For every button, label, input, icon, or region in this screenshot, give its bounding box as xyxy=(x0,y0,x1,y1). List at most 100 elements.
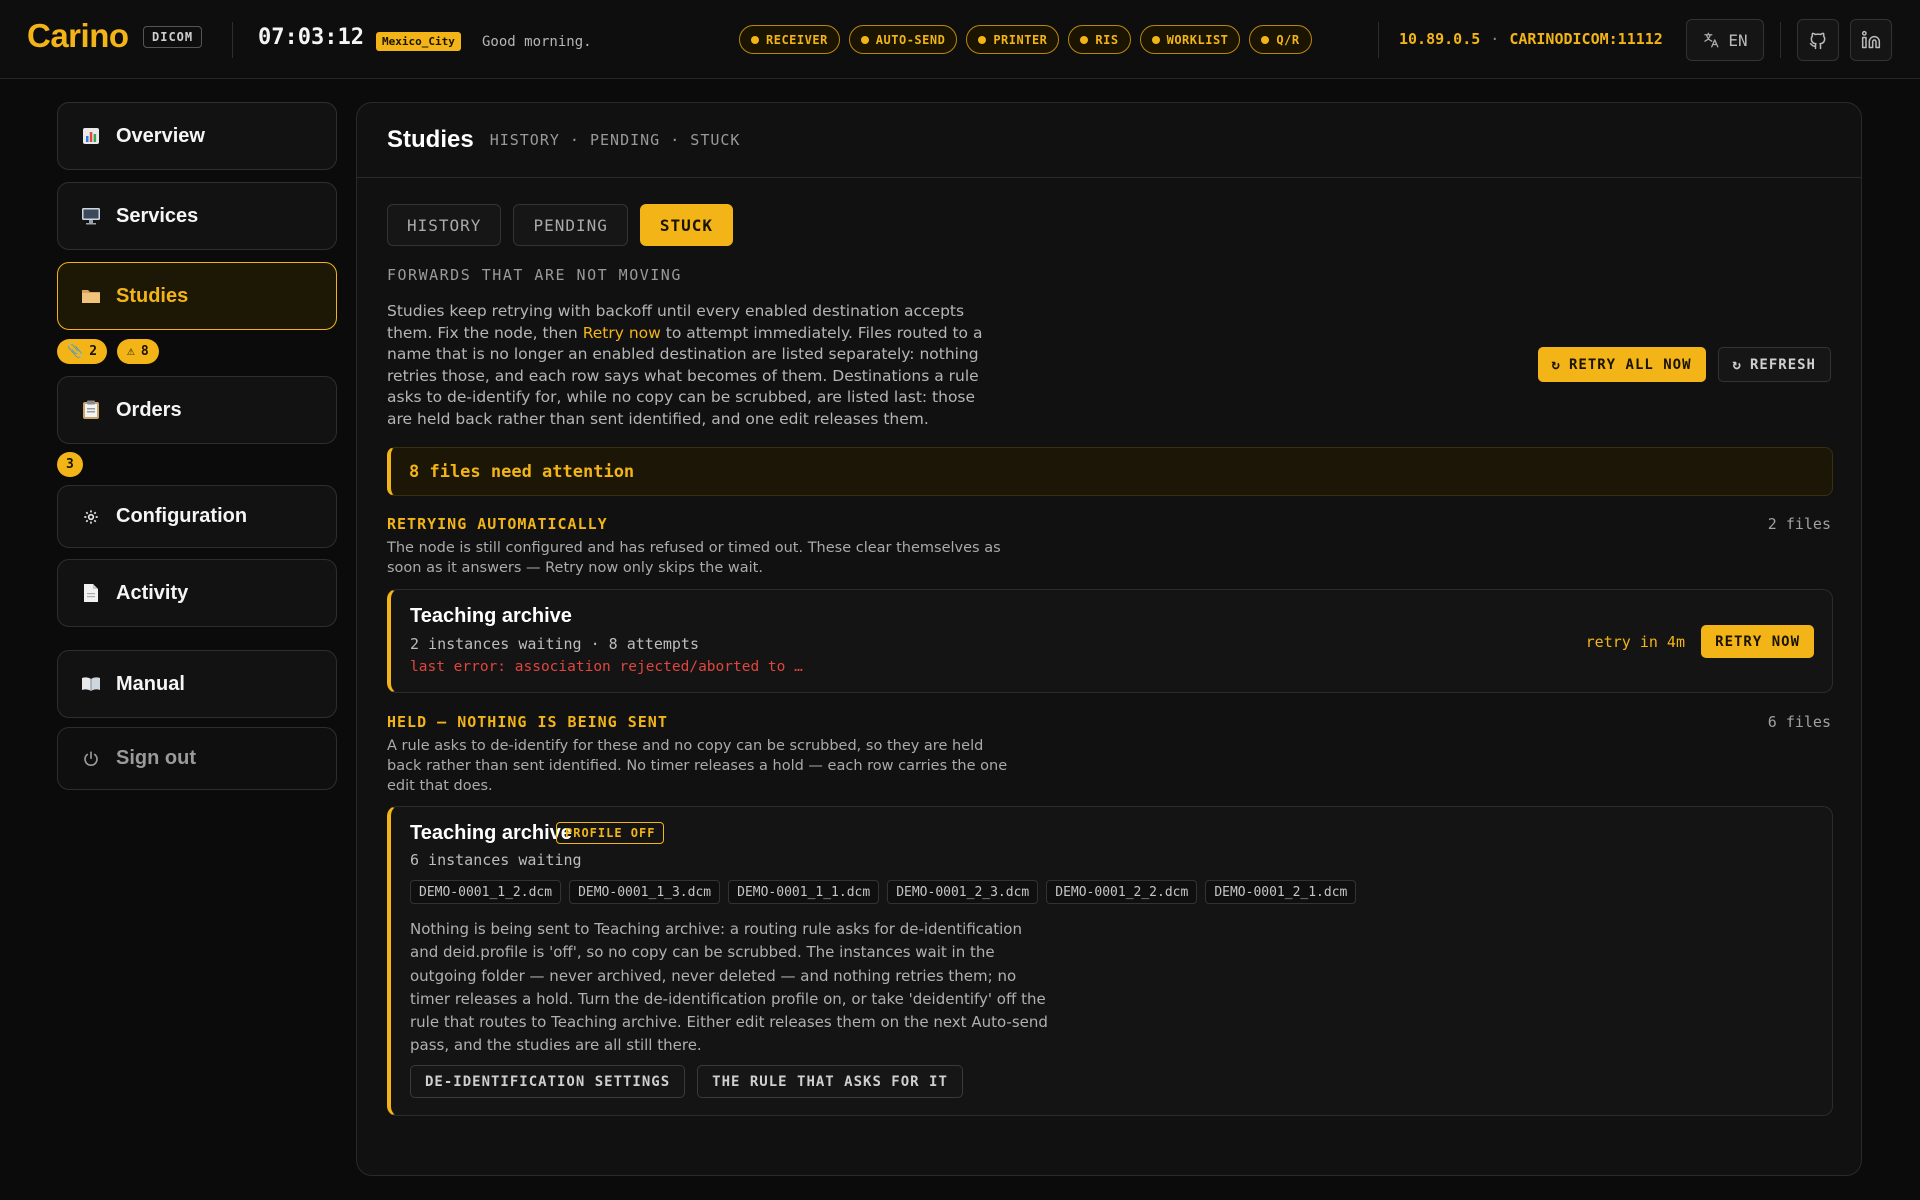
retry-countdown: retry in 4m xyxy=(1585,633,1685,651)
book-icon xyxy=(80,673,102,695)
service-pill-printer[interactable]: PRINTER xyxy=(966,25,1060,54)
service-label: AUTO-SEND xyxy=(875,32,946,47)
service-pill-auto-send[interactable]: AUTO-SEND xyxy=(848,25,958,54)
sidebar-item-configuration[interactable]: Configuration xyxy=(57,485,337,548)
status-dot-icon xyxy=(1080,35,1089,44)
file-chip: DEMO-0001_2_3.dcm xyxy=(887,880,1039,904)
page-subtitle: HISTORY · PENDING · STUCK xyxy=(489,131,741,149)
held-group-count: 6 files xyxy=(1767,713,1831,731)
orders-badges: 3 xyxy=(57,452,83,477)
retrying-destination-card: Teaching archive 2 instances waiting · 8… xyxy=(387,589,1833,693)
sidebar-item-label: Orders xyxy=(116,398,182,421)
sidebar-item-label: Services xyxy=(116,204,199,227)
tab-stuck[interactable]: STUCK xyxy=(639,204,734,246)
power-icon xyxy=(80,748,102,770)
github-button[interactable] xyxy=(1797,19,1839,61)
button-label: RETRY ALL NOW xyxy=(1568,356,1692,373)
brand-tag: DICOM xyxy=(143,26,203,48)
attachment-count-badge: 📎 2 xyxy=(57,339,108,364)
retry-all-now-button[interactable]: ↻ RETRY ALL NOW xyxy=(1537,347,1706,382)
tab-history[interactable]: HISTORY xyxy=(387,204,502,246)
service-label: RIS xyxy=(1095,32,1119,47)
node-ip: 10.89.0.5 xyxy=(1399,30,1481,48)
retry-now-button[interactable]: RETRY NOW xyxy=(1701,625,1814,658)
clipboard-icon xyxy=(80,399,102,421)
destination-meta: 2 instances waiting · 8 attempts xyxy=(410,635,699,653)
held-group-description: A rule asks to de-identify for these and… xyxy=(387,738,1008,794)
hold-actions: DE-IDENTIFICATION SETTINGS THE RULE THAT… xyxy=(410,1065,963,1098)
sidebar-item-label: Activity xyxy=(116,581,189,604)
status-dot-icon xyxy=(860,35,869,44)
service-pill-receiver[interactable]: RECEIVER xyxy=(739,25,840,54)
paperclip-icon: 📎 xyxy=(67,344,84,359)
page-title: Studies xyxy=(387,126,474,153)
language-label: EN xyxy=(1728,30,1748,50)
sidebar-item-label: Overview xyxy=(116,124,205,147)
file-chip: DEMO-0001_2_1.dcm xyxy=(1205,880,1357,904)
studies-badges: 📎 2 ⚠ 8 xyxy=(57,339,159,364)
retrying-group-count: 2 files xyxy=(1767,515,1831,533)
attention-alert: 8 files need attention xyxy=(387,447,1833,496)
studies-panel: Studies HISTORY · PENDING · STUCK HISTOR… xyxy=(356,102,1862,1176)
retrying-group-title: RETRYING AUTOMATICALLY xyxy=(387,515,608,533)
service-status-pills: RECEIVER AUTO-SEND PRINTER RIS WORKLIST … xyxy=(739,25,1312,54)
clock: 07:03:12 xyxy=(258,25,364,50)
sidebar-item-activity[interactable]: Activity xyxy=(57,559,337,627)
service-label: WORKLIST xyxy=(1166,32,1229,47)
refresh-button[interactable]: ↻ REFRESH xyxy=(1717,347,1831,382)
status-dot-icon xyxy=(1151,35,1160,44)
document-icon xyxy=(80,582,102,604)
section-kicker: FORWARDS THAT ARE NOT MOVING xyxy=(387,266,682,284)
top-actions: ↻ RETRY ALL NOW ↻ REFRESH xyxy=(1537,347,1831,382)
service-pill-qr[interactable]: Q/R xyxy=(1249,25,1312,54)
bar-chart-icon xyxy=(80,125,102,147)
held-destination-card: Teaching archive PROFILE OFF 6 instances… xyxy=(387,806,1833,1116)
service-pill-worklist[interactable]: WORKLIST xyxy=(1139,25,1241,54)
sidebar-item-manual[interactable]: Manual xyxy=(57,650,337,718)
linkedin-icon xyxy=(1861,30,1881,49)
translate-icon xyxy=(1704,32,1719,48)
sidebar-item-studies[interactable]: Studies xyxy=(57,262,337,330)
language-button[interactable]: EN xyxy=(1686,19,1764,61)
service-pill-ris[interactable]: RIS xyxy=(1068,25,1131,54)
service-label: Q/R xyxy=(1276,32,1300,47)
node-address: 10.89.0.5 · CARINODICOM:11112 xyxy=(1399,30,1663,48)
monitor-icon xyxy=(80,205,102,227)
linkedin-button[interactable] xyxy=(1850,19,1892,61)
sidebar-item-services[interactable]: Services xyxy=(57,182,337,250)
orders-count-badge: 3 xyxy=(57,452,83,477)
deidentification-settings-button[interactable]: DE-IDENTIFICATION SETTINGS xyxy=(410,1065,686,1098)
hold-explanation: Nothing is being sent to Teaching archiv… xyxy=(410,920,1048,1055)
last-error: last error: association rejected/aborted… xyxy=(410,659,803,675)
retry-now-link[interactable]: Retry now xyxy=(583,324,661,342)
sidebar-item-overview[interactable]: Overview xyxy=(57,102,337,170)
gear-icon xyxy=(80,506,102,528)
retrying-group-description: The node is still configured and has ref… xyxy=(387,540,1001,576)
button-label: REFRESH xyxy=(1749,356,1816,373)
node-ae-title: CARINODICOM:11112 xyxy=(1509,30,1663,48)
sidebar-item-label: Manual xyxy=(116,672,185,695)
brand-logo[interactable]: Carino xyxy=(27,17,129,55)
sidebar-item-label: Studies xyxy=(116,284,189,307)
file-chip: DEMO-0001_2_2.dcm xyxy=(1046,880,1198,904)
top-bar: Carino DICOM 07:03:12 Mexico_City Good m… xyxy=(0,0,1920,79)
destination-name: Teaching archive xyxy=(410,605,572,627)
github-icon xyxy=(1809,32,1826,50)
sidebar-item-sign-out[interactable]: Sign out xyxy=(57,727,337,790)
refresh-icon: ↻ xyxy=(1732,356,1742,373)
badge-count: 2 xyxy=(89,344,98,359)
routing-rule-button[interactable]: THE RULE THAT ASKS FOR IT xyxy=(697,1065,963,1098)
sidebar-item-label: Sign out xyxy=(116,747,196,769)
divider xyxy=(232,22,233,58)
destination-name: Teaching archive xyxy=(410,822,572,844)
sidebar-item-orders[interactable]: Orders xyxy=(57,376,337,444)
file-chip: DEMO-0001_1_2.dcm xyxy=(410,880,562,904)
intro-text: Studies keep retrying with backoff until… xyxy=(387,301,987,430)
status-dot-icon xyxy=(1261,35,1270,44)
status-dot-icon xyxy=(751,35,759,44)
held-group-title: HELD — NOTHING IS BEING SENT xyxy=(387,713,668,731)
tab-pending[interactable]: PENDING xyxy=(513,204,628,246)
greeting: Good morning. xyxy=(482,34,592,50)
service-label: PRINTER xyxy=(993,32,1048,47)
badge-count: 8 xyxy=(140,344,149,359)
